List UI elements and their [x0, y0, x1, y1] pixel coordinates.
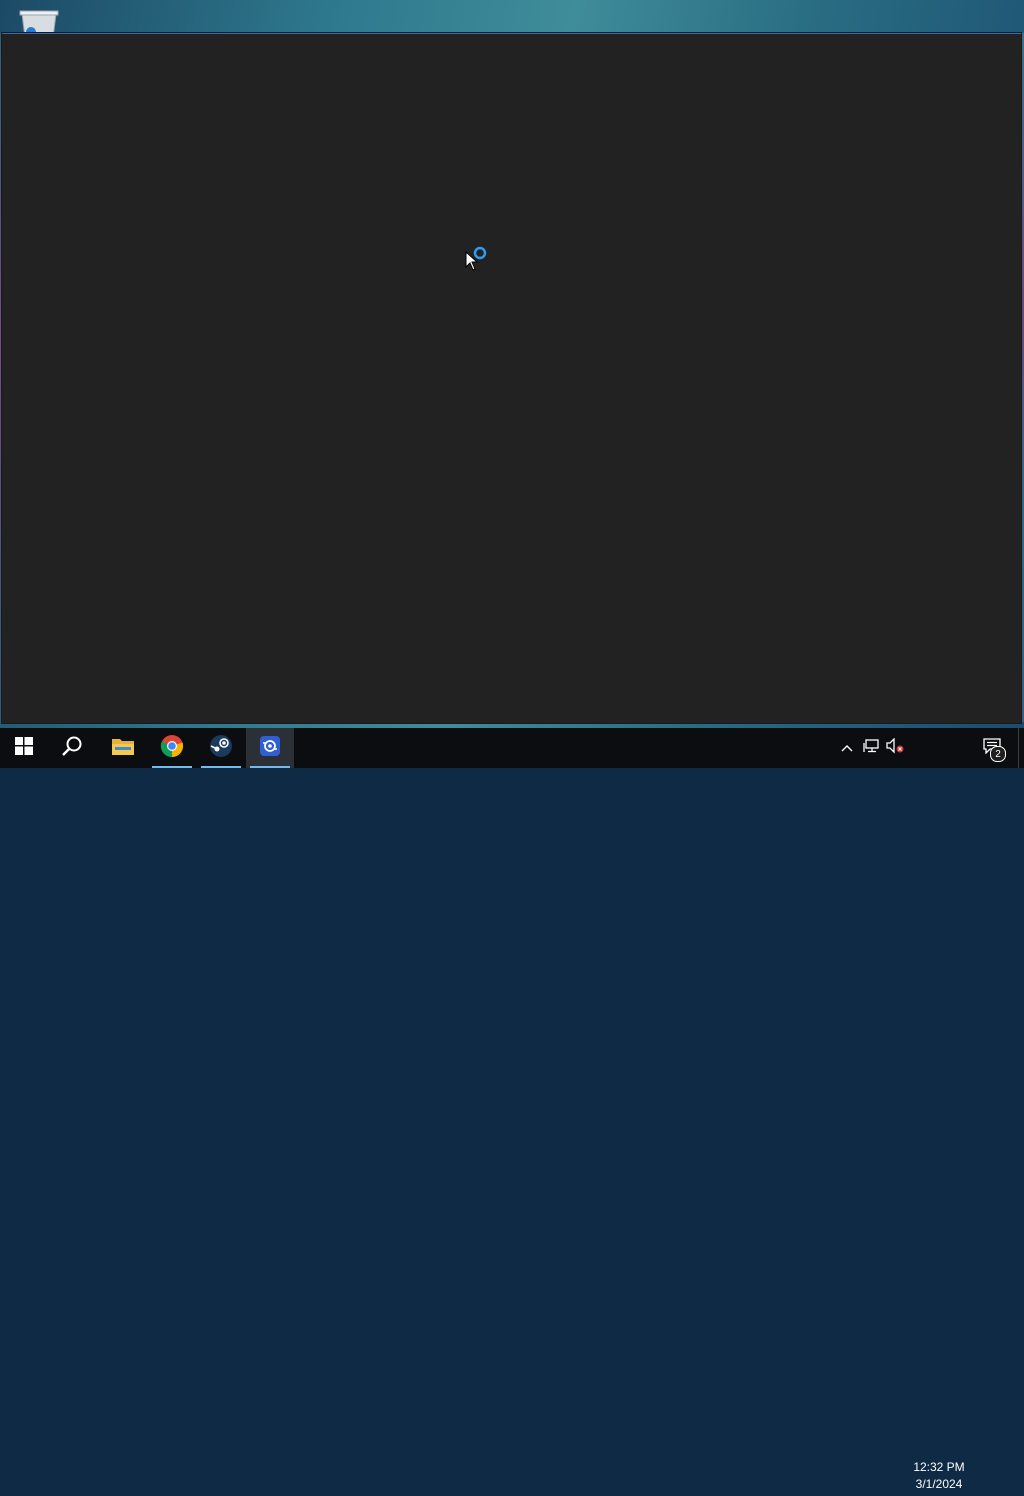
show-hidden-icons-button[interactable]: [836, 728, 858, 768]
volume-muted-icon: [886, 736, 904, 759]
clock-date: 3/1/2024: [915, 1477, 963, 1491]
steam-button[interactable]: [197, 728, 245, 768]
windows-logo-icon: [15, 736, 33, 760]
show-desktop-button[interactable]: [1018, 728, 1024, 768]
active-app-button[interactable]: [246, 728, 294, 768]
chevron-up-icon: [841, 739, 853, 757]
mouse-cursor-icon: [465, 250, 479, 271]
file-explorer-icon: [111, 736, 135, 761]
chrome-button[interactable]: [148, 728, 196, 768]
network-button[interactable]: [860, 728, 882, 768]
app-icon: [259, 735, 281, 762]
network-icon: [863, 738, 879, 758]
taskbar: 12:32 PM 3/1/2024 2: [0, 728, 1024, 1491]
notification-count-badge: 2: [990, 746, 1006, 762]
clock-time: 12:32 PM: [913, 1460, 965, 1474]
chrome-icon: [160, 734, 184, 763]
start-button[interactable]: [0, 728, 48, 768]
steam-icon: [209, 734, 233, 763]
app-window[interactable]: [2, 33, 1021, 723]
search-icon: [61, 735, 83, 762]
volume-button[interactable]: [884, 728, 906, 768]
system-clock[interactable]: 12:32 PM 3/1/2024: [906, 1456, 972, 1496]
search-button[interactable]: [48, 728, 96, 768]
file-explorer-button[interactable]: [99, 728, 147, 768]
